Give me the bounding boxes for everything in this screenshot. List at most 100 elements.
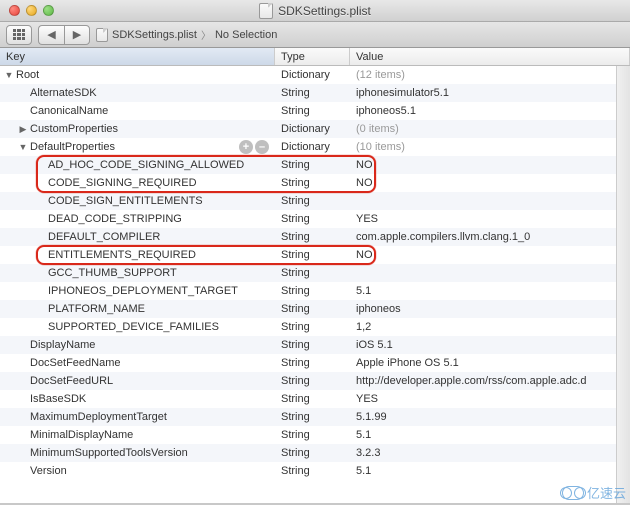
row-key: ENTITLEMENTS_REQUIRED (48, 249, 196, 261)
row-value: NO (350, 249, 630, 261)
row-key: Root (16, 69, 39, 81)
row-type: String (275, 357, 350, 369)
table-row[interactable]: DEAD_CODE_STRIPPINGStringYES (0, 210, 630, 228)
row-key: GCC_THUMB_SUPPORT (48, 267, 177, 279)
row-actions: +– (239, 140, 269, 154)
vertical-scrollbar[interactable] (616, 66, 630, 503)
row-type: String (275, 105, 350, 117)
row-type: String (275, 159, 350, 171)
zoom-button[interactable] (43, 5, 54, 16)
row-key: CustomProperties (30, 123, 118, 135)
disclosure-open-icon[interactable]: ▼ (4, 70, 14, 80)
related-items-button[interactable] (6, 25, 32, 45)
row-key: DEAD_CODE_STRIPPING (48, 213, 182, 225)
table-row[interactable]: DocSetFeedName StringApple iPhone OS 5.1 (0, 354, 630, 372)
watermark: 亿速云 (562, 483, 626, 502)
table-row[interactable]: CODE_SIGNING_REQUIREDStringNO (0, 174, 630, 192)
row-value: http://developer.apple.com/rss/com.apple… (350, 375, 630, 387)
row-value: 5.1 (350, 285, 630, 297)
table-row[interactable]: DocSetFeedURL Stringhttp://developer.appl… (0, 372, 630, 390)
row-key: CODE_SIGN_ENTITLEMENTS (48, 195, 203, 207)
back-button[interactable]: ◀ (38, 25, 64, 45)
table-row[interactable]: MaximumDeploymentTargetString5.1.99 (0, 408, 630, 426)
column-type-header[interactable]: Type (275, 48, 350, 65)
row-value: 1,2 (350, 321, 630, 333)
row-value: NO (350, 159, 630, 171)
column-key-header[interactable]: Key (0, 48, 275, 65)
remove-row-button[interactable]: – (255, 140, 269, 154)
window-title: SDKSettings.plist (278, 4, 371, 18)
row-key: AlternateSDK (30, 87, 97, 99)
row-key: MaximumDeploymentTarget (30, 411, 167, 423)
close-button[interactable] (9, 5, 20, 16)
row-key: CanonicalName (30, 105, 108, 117)
disclosure-closed-icon[interactable]: ▶ (18, 124, 28, 134)
row-key: DocSetFeedName (30, 357, 121, 369)
row-type: String (275, 393, 350, 405)
row-key: CODE_SIGNING_REQUIRED (48, 177, 197, 189)
table-row[interactable]: ▼DefaultProperties+–Dictionary(10 items) (0, 138, 630, 156)
row-value: iphoneos (350, 303, 630, 315)
row-key: IPHONEOS_DEPLOYMENT_TARGET (48, 285, 238, 297)
row-key: DisplayName (30, 339, 95, 351)
table-row[interactable]: AlternateSDKStringiphonesimulator5.1 (0, 84, 630, 102)
table-row[interactable]: VersionString5.1 (0, 462, 630, 480)
row-value: (0 items) (350, 123, 630, 135)
row-type: Dictionary (275, 123, 350, 135)
plist-file-icon (96, 28, 108, 42)
row-key: MinimalDisplayName (30, 429, 133, 441)
table-row[interactable]: CODE_SIGN_ENTITLEMENTS String (0, 192, 630, 210)
row-value: iOS 5.1 (350, 339, 630, 351)
row-value: NO (350, 177, 630, 189)
row-type: String (275, 339, 350, 351)
minimize-button[interactable] (26, 5, 37, 16)
row-type: String (275, 321, 350, 333)
grid-icon (13, 29, 25, 41)
row-value: Apple iPhone OS 5.1 (350, 357, 630, 369)
table-row[interactable]: ENTITLEMENTS_REQUIRED StringNO (0, 246, 630, 264)
window-titlebar: SDKSettings.plist (0, 0, 630, 22)
row-value: iphoneos5.1 (350, 105, 630, 117)
cloud-icon (562, 486, 584, 500)
row-value: (10 items) (350, 141, 630, 153)
plist-tree[interactable]: ▼RootDictionary(12 items)AlternateSDKStr… (0, 66, 630, 503)
row-type: String (275, 249, 350, 261)
table-row[interactable]: DisplayName StringiOS 5.1 (0, 336, 630, 354)
table-row[interactable]: GCC_THUMB_SUPPORTString (0, 264, 630, 282)
chevron-right-icon: 〉 (201, 27, 211, 42)
row-type: String (275, 429, 350, 441)
row-value: 5.1 (350, 429, 630, 441)
breadcrumb[interactable]: SDKSettings.plist 〉 No Selection (96, 27, 277, 42)
row-type: String (275, 195, 350, 207)
breadcrumb-selection: No Selection (215, 29, 277, 41)
table-row[interactable]: PLATFORM_NAME Stringiphoneos (0, 300, 630, 318)
disclosure-open-icon[interactable]: ▼ (18, 142, 28, 152)
row-key: IsBaseSDK (30, 393, 86, 405)
row-type: String (275, 447, 350, 459)
table-row[interactable]: DEFAULT_COMPILERStringcom.apple.compiler… (0, 228, 630, 246)
table-row[interactable]: MinimalDisplayName String5.1 (0, 426, 630, 444)
row-type: String (275, 465, 350, 477)
table-row[interactable]: AD_HOC_CODE_SIGNING_ALLOWEDStringNO (0, 156, 630, 174)
forward-button[interactable]: ▶ (64, 25, 90, 45)
table-row[interactable]: IPHONEOS_DEPLOYMENT_TARGETString5.1 (0, 282, 630, 300)
column-value-header[interactable]: Value (350, 48, 630, 65)
row-type: String (275, 375, 350, 387)
row-key: DefaultProperties (30, 141, 115, 153)
row-value: (12 items) (350, 69, 630, 81)
row-key: DEFAULT_COMPILER (48, 231, 160, 243)
table-row[interactable]: ▼RootDictionary(12 items) (0, 66, 630, 84)
add-row-button[interactable]: + (239, 140, 253, 154)
row-value: iphonesimulator5.1 (350, 87, 630, 99)
table-row[interactable]: SUPPORTED_DEVICE_FAMILIESString1,2 (0, 318, 630, 336)
row-key: DocSetFeedURL (30, 375, 113, 387)
row-value: 3.2.3 (350, 447, 630, 459)
row-type: String (275, 303, 350, 315)
history-nav: ◀ ▶ (38, 25, 90, 45)
chevron-left-icon: ◀ (47, 28, 55, 41)
row-key: PLATFORM_NAME (48, 303, 145, 315)
table-row[interactable]: CanonicalName Stringiphoneos5.1 (0, 102, 630, 120)
table-row[interactable]: ▶CustomProperties Dictionary(0 items) (0, 120, 630, 138)
table-row[interactable]: IsBaseSDKStringYES (0, 390, 630, 408)
table-row[interactable]: MinimumSupportedToolsVersionString3.2.3 (0, 444, 630, 462)
